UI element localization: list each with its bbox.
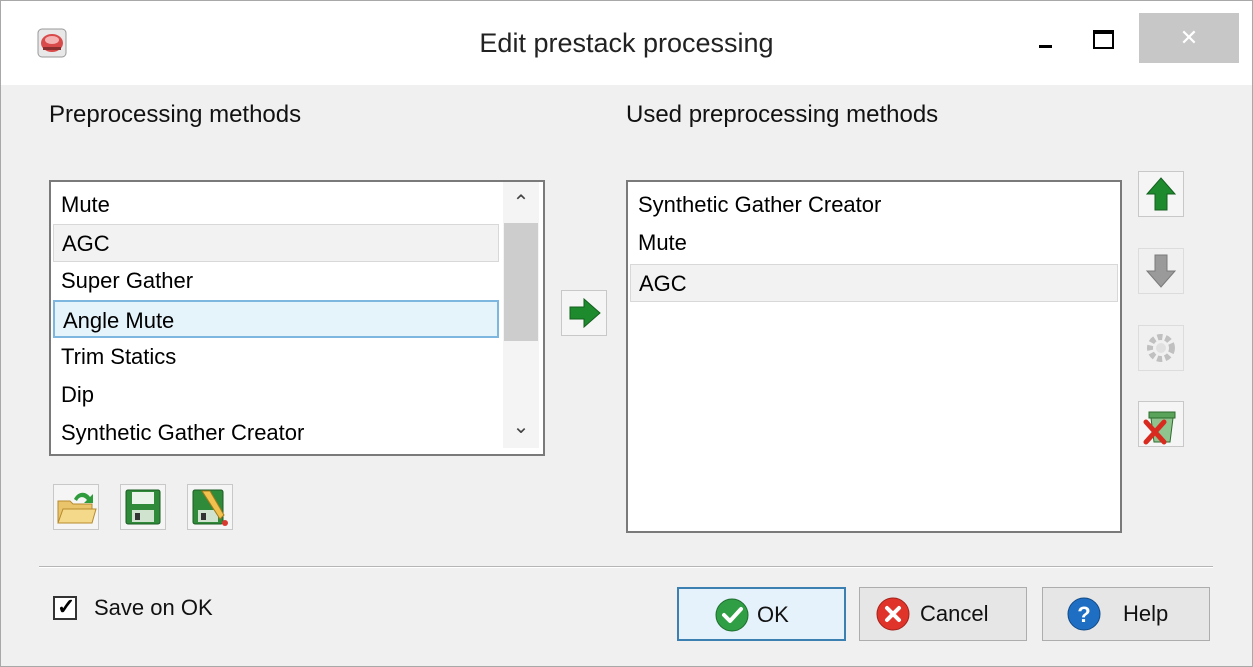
scrollbar-thumb[interactable] bbox=[504, 223, 538, 341]
cancel-button[interactable]: Cancel bbox=[859, 587, 1027, 641]
chevron-down-icon[interactable]: ⌄ bbox=[503, 412, 539, 448]
vertical-scrollbar[interactable]: ⌃ ⌄ bbox=[503, 182, 539, 448]
preprocessing-methods-label: Preprocessing methods bbox=[49, 101, 302, 128]
used-preprocessing-methods-label: Used preprocessing methods bbox=[626, 101, 939, 128]
help-button[interactable]: ? Help bbox=[1042, 587, 1210, 641]
chevron-up-icon[interactable]: ⌃ bbox=[503, 182, 539, 218]
arrow-up-icon bbox=[1145, 177, 1177, 211]
available-methods-list[interactable]: Mute AGC Super Gather Angle Mute Trim St… bbox=[49, 180, 545, 456]
save-button[interactable] bbox=[120, 484, 166, 530]
save-as-button[interactable] bbox=[187, 484, 233, 530]
checkmark-icon: ✓ bbox=[57, 594, 76, 619]
list-item-selected[interactable]: Angle Mute bbox=[53, 300, 499, 338]
move-up-button[interactable] bbox=[1138, 171, 1184, 217]
used-methods-list[interactable]: Synthetic Gather Creator Mute AGC bbox=[626, 180, 1122, 533]
maximize-button[interactable] bbox=[1081, 21, 1125, 65]
close-button[interactable]: ✕ bbox=[1139, 13, 1239, 63]
minimize-button[interactable] bbox=[1023, 21, 1067, 65]
list-item[interactable]: Trim Statics bbox=[53, 338, 499, 376]
settings-gear-icon bbox=[1147, 334, 1175, 362]
save-disk-icon bbox=[125, 489, 161, 525]
list-item[interactable]: Dip bbox=[53, 376, 499, 414]
cancel-label: Cancel bbox=[920, 601, 989, 626]
dialog-window: Edit prestack processing ✕ Preprocessing… bbox=[0, 0, 1253, 667]
arrow-right-icon bbox=[569, 297, 601, 329]
cancel-x-icon bbox=[876, 597, 910, 631]
help-question-icon: ? bbox=[1067, 597, 1101, 631]
remove-method-button[interactable] bbox=[1138, 401, 1184, 447]
list-item[interactable]: Synthetic Gather Creator bbox=[53, 414, 499, 452]
ok-check-icon bbox=[715, 598, 749, 632]
add-method-button[interactable] bbox=[561, 290, 607, 336]
list-item[interactable]: Synthetic Gather Creator bbox=[630, 186, 1118, 224]
list-item[interactable]: Super Gather bbox=[53, 262, 499, 300]
list-item[interactable]: AGC bbox=[53, 224, 499, 262]
list-item[interactable]: Mute bbox=[53, 186, 499, 224]
help-label: Help bbox=[1123, 601, 1169, 626]
close-icon: ✕ bbox=[1179, 25, 1199, 50]
open-button[interactable] bbox=[53, 484, 99, 530]
list-item[interactable]: Mute bbox=[630, 224, 1118, 262]
move-down-button[interactable] bbox=[1138, 248, 1184, 294]
ok-button[interactable]: OK bbox=[677, 587, 846, 641]
separator bbox=[39, 566, 1213, 568]
edit-disk-icon bbox=[192, 489, 228, 526]
delete-trash-icon bbox=[1143, 411, 1176, 445]
properties-button[interactable] bbox=[1138, 325, 1184, 371]
svg-text:?: ? bbox=[1077, 602, 1090, 627]
open-folder-icon bbox=[57, 492, 97, 524]
title-bar: Edit prestack processing ✕ bbox=[1, 1, 1252, 85]
save-on-ok-checkbox[interactable]: ✓ bbox=[53, 594, 77, 620]
list-item-selected[interactable]: AGC bbox=[630, 264, 1118, 302]
save-on-ok-label: Save on OK bbox=[94, 595, 213, 620]
arrow-down-icon bbox=[1145, 254, 1177, 288]
ok-label: OK bbox=[757, 602, 789, 627]
